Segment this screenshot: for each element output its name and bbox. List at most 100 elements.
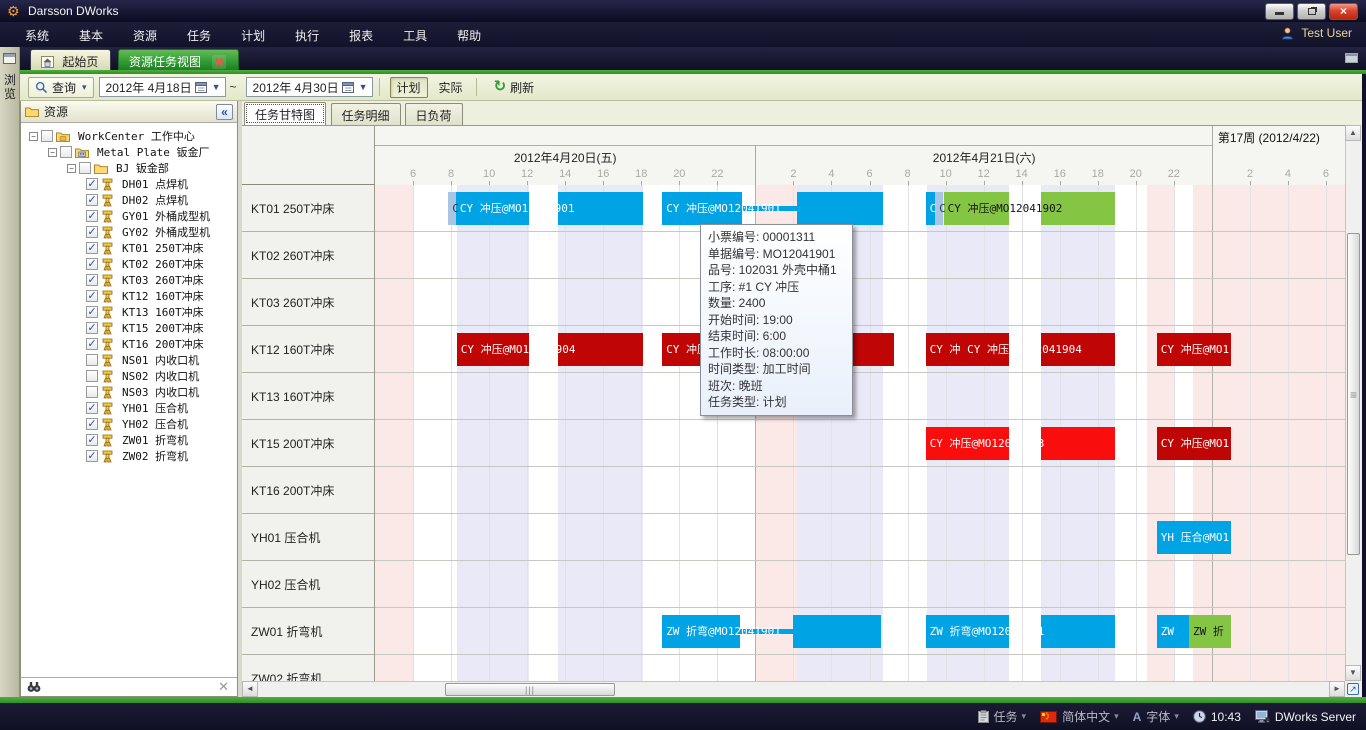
- plan-toggle-button[interactable]: 计划: [390, 77, 428, 98]
- menu-item-5[interactable]: 执行: [280, 22, 334, 47]
- query-button[interactable]: 查询 ▾: [28, 77, 94, 98]
- scroll-up-arrow[interactable]: ▲: [1345, 125, 1361, 141]
- tree-checkbox[interactable]: ✓: [86, 322, 98, 334]
- tree-checkbox[interactable]: [86, 386, 98, 398]
- tree-expander-icon[interactable]: −: [48, 148, 57, 157]
- tree-checkbox[interactable]: ✓: [86, 306, 98, 318]
- horizontal-scroll-thumb[interactable]: |||: [445, 683, 615, 696]
- tree-checkbox[interactable]: [79, 162, 91, 174]
- status-task-dropdown[interactable]: 任务 ▾: [978, 708, 1027, 725]
- panel-pin-icon[interactable]: [3, 53, 16, 64]
- view-tab-2[interactable]: 日负荷: [405, 103, 463, 125]
- gantt-row-label: KT16 200T冲床: [242, 467, 374, 514]
- tree-checkbox[interactable]: ✓: [86, 226, 98, 238]
- tree-checkbox[interactable]: ✓: [86, 450, 98, 462]
- tree-item-6[interactable]: ✓GY02 外桶成型机: [21, 224, 237, 240]
- refresh-button[interactable]: ↻ 刷新: [487, 77, 542, 98]
- restore-button[interactable]: [1297, 3, 1326, 20]
- minimize-button[interactable]: [1265, 3, 1294, 20]
- gantt-row-label: KT03 260T冲床: [242, 279, 374, 326]
- gantt-row-label: YH01 压合机: [242, 514, 374, 561]
- view-tab-1[interactable]: 任务明细: [331, 103, 401, 125]
- menu-item-3[interactable]: 任务: [172, 22, 226, 47]
- vertical-scrollbar[interactable]: ▲ ▼ ≡: [1345, 125, 1361, 681]
- vertical-scroll-thumb[interactable]: ≡: [1347, 233, 1360, 555]
- tree-item-18[interactable]: ✓YH02 压合机: [21, 416, 237, 432]
- tree-item-17[interactable]: ✓YH01 压合机: [21, 400, 237, 416]
- tree-item-14[interactable]: NS01 内收口机: [21, 352, 237, 368]
- tree-item-9[interactable]: ✓KT03 260T冲床: [21, 272, 237, 288]
- tree-item-20[interactable]: ✓ZW02 折弯机: [21, 448, 237, 464]
- tree-checkbox[interactable]: ✓: [86, 274, 98, 286]
- query-label: 查询: [52, 79, 76, 96]
- menu-item-0[interactable]: 系统: [10, 22, 64, 47]
- tree-item-12[interactable]: ✓KT15 200T冲床: [21, 320, 237, 336]
- tree-expander-icon[interactable]: −: [29, 132, 38, 141]
- gantt-task-bar[interactable]: [793, 615, 880, 648]
- tab-resource-task-view[interactable]: 资源任务视图 ✖: [118, 49, 239, 70]
- app-window: ⚙ Darsson DWorks × 系统基本资源任务计划执行报表工具帮助 Te…: [0, 0, 1366, 730]
- tab-home-page[interactable]: 起始页: [30, 49, 111, 70]
- tree-checkbox[interactable]: ✓: [86, 258, 98, 270]
- tree-item-16[interactable]: NS03 内收口机: [21, 384, 237, 400]
- scroll-right-arrow[interactable]: ►: [1329, 681, 1345, 697]
- jump-corner-icon[interactable]: ↗: [1347, 683, 1359, 695]
- tree-checkbox[interactable]: ✓: [86, 434, 98, 446]
- scroll-down-arrow[interactable]: ▼: [1345, 665, 1361, 681]
- tree-item-10[interactable]: ✓KT12 160T冲床: [21, 288, 237, 304]
- tree-checkbox[interactable]: ✓: [86, 178, 98, 190]
- tree-checkbox[interactable]: ✓: [86, 402, 98, 414]
- menu-item-7[interactable]: 工具: [388, 22, 442, 47]
- collapse-panel-button[interactable]: «: [216, 104, 233, 120]
- menu-item-6[interactable]: 报表: [334, 22, 388, 47]
- dropdown-arrow-icon[interactable]: ▼: [357, 82, 370, 92]
- tree-checkbox[interactable]: ✓: [86, 418, 98, 430]
- tree-item-label: KT16 200T冲床: [122, 336, 204, 352]
- view-tab-0[interactable]: 任务甘特图: [244, 102, 326, 125]
- scroll-left-arrow[interactable]: ◄: [242, 681, 258, 697]
- tree-find-bar[interactable]: ✕: [21, 677, 237, 696]
- tree-item-3[interactable]: ✓DH01 点焊机: [21, 176, 237, 192]
- dropdown-arrow-icon[interactable]: ▼: [210, 82, 223, 92]
- menu-item-1[interactable]: 基本: [64, 22, 118, 47]
- dropdown-arrow-icon: ▾: [82, 82, 87, 93]
- tree-item-0[interactable]: −WorkCenter 工作中心: [21, 128, 237, 144]
- close-find-icon[interactable]: ✕: [218, 679, 229, 695]
- tree-checkbox[interactable]: ✓: [86, 242, 98, 254]
- tree-item-7[interactable]: ✓KT01 250T冲床: [21, 240, 237, 256]
- tree-checkbox[interactable]: [86, 354, 98, 366]
- tree-item-11[interactable]: ✓KT13 160T冲床: [21, 304, 237, 320]
- gantt-task-bar[interactable]: [1041, 615, 1115, 648]
- status-font-dropdown[interactable]: A 字体 ▾: [1133, 708, 1179, 725]
- panel-layout-icon[interactable]: [1345, 53, 1358, 63]
- tree-checkbox[interactable]: ✓: [86, 338, 98, 350]
- tree-checkbox[interactable]: ✓: [86, 210, 98, 222]
- tree-item-19[interactable]: ✓ZW01 折弯机: [21, 432, 237, 448]
- tree-item-4[interactable]: ✓DH02 点焊机: [21, 192, 237, 208]
- collapsed-panel-tab[interactable]: 浏览: [2, 73, 18, 101]
- status-language-dropdown[interactable]: 简体中文 ▾: [1040, 708, 1119, 725]
- tree-checkbox[interactable]: ✓: [86, 194, 98, 206]
- gantt-task-bar[interactable]: [1041, 427, 1115, 460]
- menu-item-4[interactable]: 计划: [226, 22, 280, 47]
- actual-toggle-button[interactable]: 实际: [432, 77, 470, 98]
- tree-checkbox[interactable]: [60, 146, 72, 158]
- close-tab-icon[interactable]: ✖: [212, 55, 226, 69]
- date-to-picker[interactable]: 2012年 4月30日 ▼: [246, 77, 373, 97]
- tree-expander-icon[interactable]: −: [67, 164, 76, 173]
- tree-item-13[interactable]: ✓ KT16 200T冲床: [21, 336, 237, 352]
- tree-item-15[interactable]: NS02 内收口机: [21, 368, 237, 384]
- gantt-task-bar[interactable]: [797, 192, 883, 225]
- horizontal-scrollbar[interactable]: ◄ ► |||: [242, 681, 1345, 697]
- tree-item-8[interactable]: ✓KT02 260T冲床: [21, 256, 237, 272]
- tree-item-1[interactable]: −Metal Plate 钣金厂: [21, 144, 237, 160]
- tree-item-2[interactable]: −BJ 钣金部: [21, 160, 237, 176]
- menu-item-8[interactable]: 帮助: [442, 22, 496, 47]
- date-from-picker[interactable]: 2012年 4月18日 ▼: [99, 77, 226, 97]
- tree-checkbox[interactable]: ✓: [86, 290, 98, 302]
- tree-item-5[interactable]: ✓GY01 外桶成型机: [21, 208, 237, 224]
- tree-checkbox[interactable]: [41, 130, 53, 142]
- tree-checkbox[interactable]: [86, 370, 98, 382]
- menu-item-2[interactable]: 资源: [118, 22, 172, 47]
- close-button[interactable]: ×: [1329, 3, 1358, 20]
